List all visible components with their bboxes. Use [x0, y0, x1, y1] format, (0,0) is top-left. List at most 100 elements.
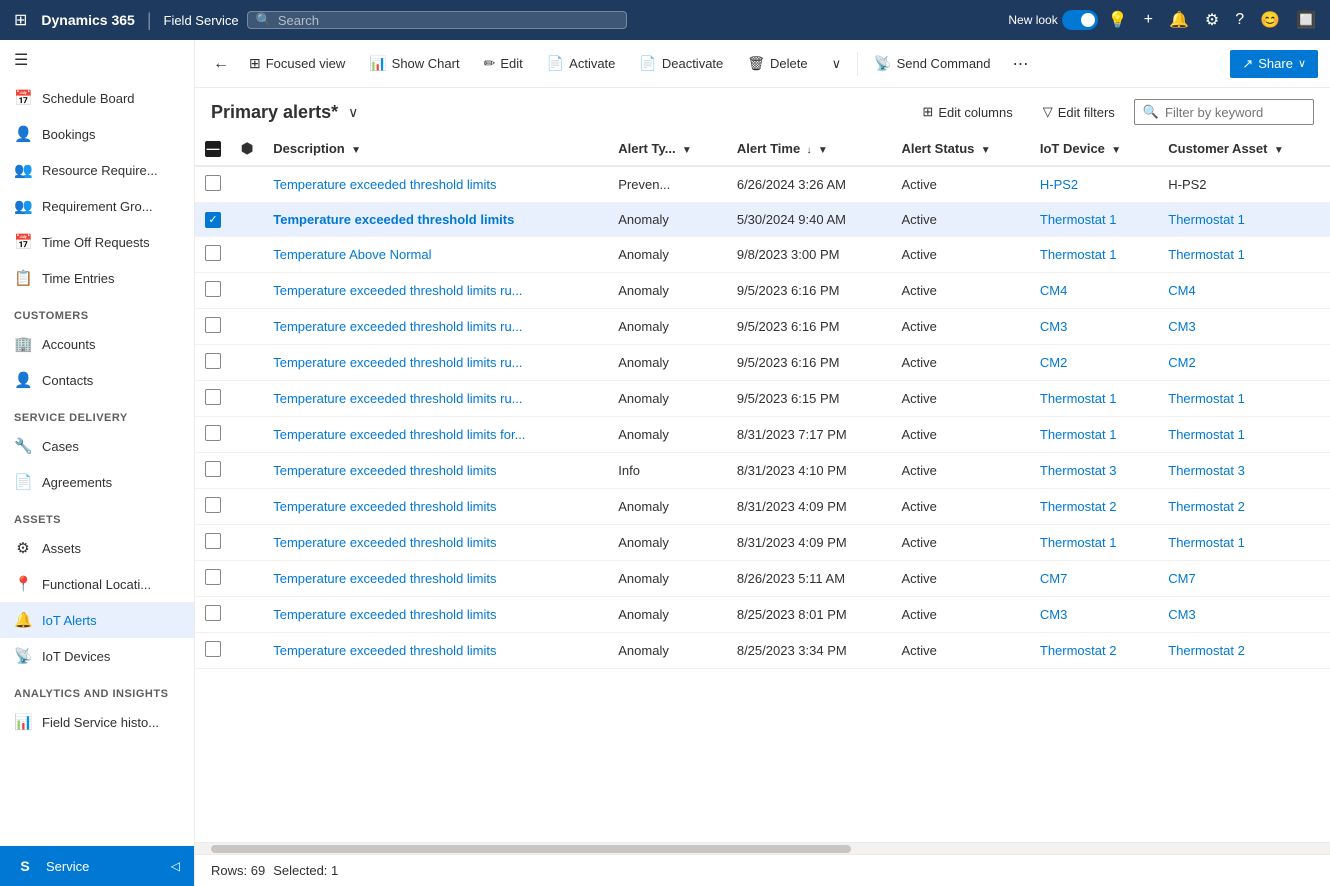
iot-device-link[interactable]: CM3: [1040, 319, 1067, 334]
row-customer-asset[interactable]: Thermostat 3: [1158, 452, 1330, 488]
description-link[interactable]: Temperature exceeded threshold limits: [273, 499, 496, 514]
row-customer-asset[interactable]: Thermostat 1: [1158, 416, 1330, 452]
row-customer-asset[interactable]: Thermostat 2: [1158, 632, 1330, 668]
row-iot-device[interactable]: Thermostat 1: [1030, 524, 1158, 560]
row-checkbox[interactable]: [205, 497, 221, 513]
app-launcher-icon[interactable]: 🔲: [1290, 6, 1322, 34]
sidebar-item-agreements[interactable]: 📄 Agreements: [0, 464, 194, 500]
row-description[interactable]: Temperature exceeded threshold limits: [263, 203, 608, 237]
description-link[interactable]: Temperature exceeded threshold limits: [273, 535, 496, 550]
sidebar-item-time-off-requests[interactable]: 📅 Time Off Requests: [0, 224, 194, 260]
row-customer-asset[interactable]: CM3: [1158, 308, 1330, 344]
sidebar-item-field-service-histo[interactable]: 📊 Field Service histo...: [0, 704, 194, 740]
row-checkbox[interactable]: [205, 281, 221, 297]
settings-icon[interactable]: ⚙: [1199, 6, 1225, 34]
sidebar-item-bookings[interactable]: 👤 Bookings: [0, 116, 194, 152]
edit-button[interactable]: ✏ Edit: [474, 49, 533, 78]
row-checkbox-cell[interactable]: [195, 488, 231, 524]
row-checkbox[interactable]: [205, 461, 221, 477]
row-description[interactable]: Temperature exceeded threshold limits ru…: [263, 344, 608, 380]
iot-device-link[interactable]: Thermostat 1: [1040, 212, 1117, 227]
header-alert-type[interactable]: Alert Ty... ▼: [608, 132, 727, 166]
description-link[interactable]: Temperature exceeded threshold limits ru…: [273, 319, 522, 334]
customer-asset-link[interactable]: Thermostat 2: [1168, 643, 1245, 658]
row-checkbox[interactable]: ✓: [205, 212, 221, 228]
row-checkbox-cell[interactable]: [195, 632, 231, 668]
row-iot-device[interactable]: Thermostat 3: [1030, 452, 1158, 488]
description-link[interactable]: Temperature Above Normal: [273, 247, 431, 262]
iot-device-link[interactable]: Thermostat 2: [1040, 643, 1117, 658]
row-checkbox[interactable]: [205, 569, 221, 585]
row-description[interactable]: Temperature Above Normal: [263, 236, 608, 272]
customer-asset-link[interactable]: Thermostat 1: [1168, 427, 1245, 442]
description-link[interactable]: Temperature exceeded threshold limits: [273, 463, 496, 478]
back-button[interactable]: ←: [207, 49, 235, 79]
sidebar-item-requirement-gro[interactable]: 👥 Requirement Gro...: [0, 188, 194, 224]
iot-device-link[interactable]: CM4: [1040, 283, 1067, 298]
sidebar-item-time-entries[interactable]: 📋 Time Entries: [0, 260, 194, 296]
header-alert-time[interactable]: Alert Time ↓ ▼: [727, 132, 892, 166]
row-checkbox[interactable]: [205, 175, 221, 191]
lightbulb-icon[interactable]: 💡: [1102, 6, 1134, 34]
deactivate-button[interactable]: 📄 Deactivate: [629, 49, 733, 78]
customer-asset-link[interactable]: CM7: [1168, 571, 1195, 586]
row-checkbox-cell[interactable]: [195, 380, 231, 416]
sidebar-item-cases[interactable]: 🔧 Cases: [0, 428, 194, 464]
row-checkbox-cell[interactable]: [195, 416, 231, 452]
row-iot-device[interactable]: CM2: [1030, 344, 1158, 380]
row-description[interactable]: Temperature exceeded threshold limits: [263, 524, 608, 560]
grid-title-dropdown[interactable]: ∨: [346, 102, 360, 123]
send-command-button[interactable]: 📡 Send Command: [864, 49, 1000, 78]
row-customer-asset[interactable]: CM4: [1158, 272, 1330, 308]
add-icon[interactable]: +: [1138, 7, 1159, 33]
description-link[interactable]: Temperature exceeded threshold limits: [273, 571, 496, 586]
row-checkbox-cell[interactable]: ✓: [195, 203, 231, 237]
row-description[interactable]: Temperature exceeded threshold limits ru…: [263, 272, 608, 308]
row-checkbox[interactable]: [205, 317, 221, 333]
table-wrapper[interactable]: — ⬢ Description ▼ Alert Ty...: [195, 132, 1330, 842]
header-checkbox-cell[interactable]: —: [195, 132, 231, 166]
sidebar-pin-icon[interactable]: ◁: [171, 859, 180, 873]
notifications-icon[interactable]: 🔔: [1163, 6, 1195, 34]
iot-device-link[interactable]: CM7: [1040, 571, 1067, 586]
row-checkbox[interactable]: [205, 641, 221, 657]
row-checkbox[interactable]: [205, 425, 221, 441]
row-iot-device[interactable]: Thermostat 1: [1030, 203, 1158, 237]
delete-button[interactable]: 🗑 Delete: [737, 49, 817, 78]
filter-input[interactable]: [1165, 105, 1305, 120]
select-all-checkbox[interactable]: —: [205, 141, 221, 157]
iot-device-link[interactable]: H-PS2: [1040, 177, 1078, 192]
row-iot-device[interactable]: Thermostat 1: [1030, 236, 1158, 272]
iot-device-link[interactable]: Thermostat 1: [1040, 391, 1117, 406]
more-dropdown-button[interactable]: ∨: [822, 50, 852, 78]
iot-device-link[interactable]: CM2: [1040, 355, 1067, 370]
focused-view-button[interactable]: ⊞ Focused view: [239, 49, 355, 78]
row-description[interactable]: Temperature exceeded threshold limits ru…: [263, 308, 608, 344]
row-iot-device[interactable]: Thermostat 1: [1030, 416, 1158, 452]
iot-device-link[interactable]: Thermostat 1: [1040, 535, 1117, 550]
row-checkbox-cell[interactable]: [195, 344, 231, 380]
show-chart-button[interactable]: 📊 Show Chart: [359, 49, 469, 78]
iot-device-link[interactable]: Thermostat 2: [1040, 499, 1117, 514]
description-link[interactable]: Temperature exceeded threshold limits fo…: [273, 427, 525, 442]
iot-device-link[interactable]: Thermostat 1: [1040, 427, 1117, 442]
row-customer-asset[interactable]: CM3: [1158, 596, 1330, 632]
activate-button[interactable]: 📄 Activate: [537, 49, 626, 78]
sidebar-item-resource-require[interactable]: 👥 Resource Require...: [0, 152, 194, 188]
customer-asset-link[interactable]: Thermostat 3: [1168, 463, 1245, 478]
row-customer-asset[interactable]: Thermostat 1: [1158, 203, 1330, 237]
new-look-toggle[interactable]: [1062, 10, 1098, 30]
header-customer-asset[interactable]: Customer Asset ▼: [1158, 132, 1330, 166]
row-checkbox-cell[interactable]: [195, 560, 231, 596]
row-customer-asset[interactable]: Thermostat 1: [1158, 524, 1330, 560]
help-icon[interactable]: ?: [1229, 7, 1250, 33]
row-description[interactable]: Temperature exceeded threshold limits: [263, 452, 608, 488]
search-box[interactable]: 🔍: [247, 11, 627, 29]
sidebar-item-iot-alerts[interactable]: 🔔 IoT Alerts: [0, 602, 194, 638]
waffle-icon[interactable]: ⊞: [8, 6, 33, 34]
description-link[interactable]: Temperature exceeded threshold limits ru…: [273, 391, 522, 406]
row-description[interactable]: Temperature exceeded threshold limits: [263, 488, 608, 524]
header-alert-status[interactable]: Alert Status ▼: [891, 132, 1029, 166]
row-iot-device[interactable]: Thermostat 1: [1030, 380, 1158, 416]
sidebar-hamburger[interactable]: ☰: [0, 40, 194, 80]
